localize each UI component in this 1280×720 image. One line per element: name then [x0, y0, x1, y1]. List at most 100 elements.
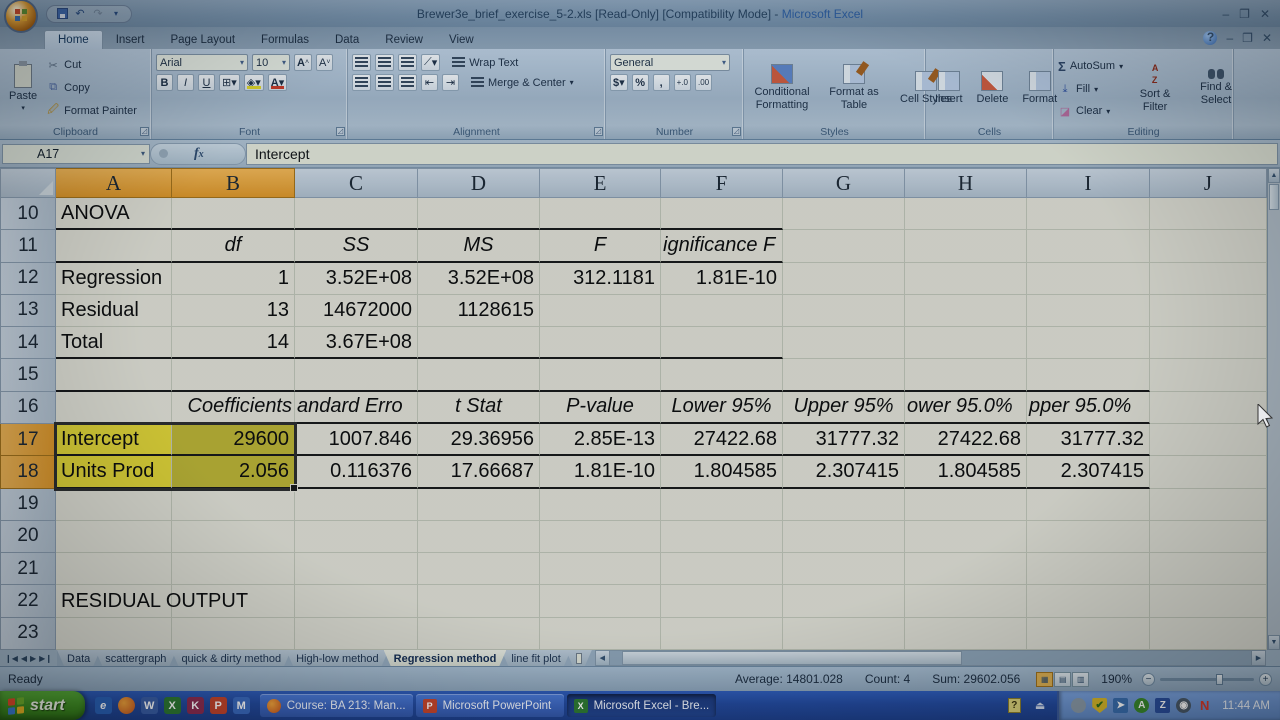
- cell-I23[interactable]: [1027, 618, 1150, 650]
- row-header-13[interactable]: 13: [0, 295, 56, 327]
- cell-D15[interactable]: [418, 359, 540, 391]
- cell-H12[interactable]: [905, 263, 1027, 295]
- format-painter-button[interactable]: 🖉Format Painter: [46, 104, 137, 117]
- cell-C11[interactable]: SS: [295, 230, 418, 262]
- accounting-format-button[interactable]: $▾: [610, 74, 628, 91]
- cell-G17[interactable]: 31777.32: [783, 424, 905, 456]
- media-quicklaunch-icon[interactable]: M: [233, 697, 250, 714]
- cell-A19[interactable]: [56, 489, 172, 521]
- task-button-excel[interactable]: XMicrosoft Excel - Bre...: [567, 694, 717, 717]
- cell-J22[interactable]: [1150, 585, 1267, 617]
- cell-B21[interactable]: [172, 553, 295, 585]
- cell-H13[interactable]: [905, 295, 1027, 327]
- horizontal-scrollbar[interactable]: ◀ ▶: [595, 650, 1280, 666]
- cell-D21[interactable]: [418, 553, 540, 585]
- fx-icon[interactable]: fx: [194, 146, 204, 162]
- cell-I16[interactable]: pper 95.0%: [1027, 392, 1150, 424]
- grow-font-button[interactable]: A˄: [294, 54, 312, 71]
- start-button[interactable]: start: [0, 691, 85, 720]
- alignment-dialog-launcher[interactable]: ◿: [594, 127, 603, 136]
- paste-button[interactable]: Paste▾: [4, 54, 42, 122]
- cell-I11[interactable]: [1027, 230, 1150, 262]
- row-header-15[interactable]: 15: [0, 359, 56, 391]
- cell-F19[interactable]: [661, 489, 783, 521]
- col-header-B[interactable]: B: [172, 168, 295, 198]
- cell-E21[interactable]: [540, 553, 661, 585]
- task-button-firefox[interactable]: Course: BA 213: Man...: [260, 694, 413, 717]
- percent-style-button[interactable]: %: [632, 74, 649, 91]
- scroll-right-arrow[interactable]: ▶: [1251, 650, 1266, 666]
- cell-F14[interactable]: [661, 327, 783, 359]
- col-header-A[interactable]: A: [56, 168, 172, 198]
- first-sheet-button[interactable]: ❙◀: [5, 654, 18, 663]
- cell-I19[interactable]: [1027, 489, 1150, 521]
- col-header-F[interactable]: F: [661, 168, 783, 198]
- zone-icon[interactable]: Z: [1155, 698, 1170, 713]
- orientation-button[interactable]: ⟋▾: [421, 54, 440, 71]
- cell-D23[interactable]: [418, 618, 540, 650]
- row-header-10[interactable]: 10: [0, 198, 56, 230]
- last-sheet-button[interactable]: ▶❙: [39, 654, 52, 663]
- align-left-button[interactable]: [352, 74, 371, 91]
- fill-button[interactable]: ⤓Fill▾: [1058, 83, 1123, 96]
- cell-J18[interactable]: [1150, 456, 1267, 488]
- cell-F11[interactable]: ignificance F: [661, 230, 783, 262]
- cell-D11[interactable]: MS: [418, 230, 540, 262]
- wrap-text-button[interactable]: Wrap Text: [452, 57, 518, 69]
- cell-B12[interactable]: 1: [172, 263, 295, 295]
- cell-C10[interactable]: [295, 198, 418, 230]
- cell-G21[interactable]: [783, 553, 905, 585]
- cell-J11[interactable]: [1150, 230, 1267, 262]
- cell-D16[interactable]: t Stat: [418, 392, 540, 424]
- cell-B13[interactable]: 13: [172, 295, 295, 327]
- cell-I15[interactable]: [1027, 359, 1150, 391]
- formula-input[interactable]: Intercept: [246, 143, 1278, 165]
- prev-sheet-button[interactable]: ◀: [21, 654, 27, 663]
- cell-H17[interactable]: 27422.68: [905, 424, 1027, 456]
- borders-button[interactable]: ⊞▾: [219, 74, 240, 91]
- cell-C20[interactable]: [295, 521, 418, 553]
- zoom-out-button[interactable]: −: [1142, 673, 1155, 686]
- firefox-quicklaunch-icon[interactable]: [118, 697, 135, 714]
- cell-D18[interactable]: 17.66687: [418, 456, 540, 488]
- cell-C15[interactable]: [295, 359, 418, 391]
- cell-D20[interactable]: [418, 521, 540, 553]
- resize-grip[interactable]: [1266, 650, 1280, 666]
- cell-F17[interactable]: 27422.68: [661, 424, 783, 456]
- scroll-left-arrow[interactable]: ◀: [595, 650, 610, 666]
- vertical-scroll-thumb[interactable]: [1269, 184, 1279, 210]
- cell-J12[interactable]: [1150, 263, 1267, 295]
- col-header-E[interactable]: E: [540, 168, 661, 198]
- font-dialog-launcher[interactable]: ◿: [336, 127, 345, 136]
- cell-J17[interactable]: [1150, 424, 1267, 456]
- bold-button[interactable]: B: [156, 74, 173, 91]
- help-button[interactable]: ?: [1203, 31, 1217, 45]
- zoom-level[interactable]: 190%: [1101, 672, 1132, 686]
- ribbon-tab-formulas[interactable]: Formulas: [248, 31, 322, 49]
- row-header-11[interactable]: 11: [0, 230, 56, 262]
- col-header-C[interactable]: C: [295, 168, 418, 198]
- volume-icon[interactable]: ◉: [1176, 698, 1191, 713]
- word-quicklaunch-icon[interactable]: W: [141, 697, 158, 714]
- key-quicklaunch-icon[interactable]: K: [187, 697, 204, 714]
- cell-E14[interactable]: [540, 327, 661, 359]
- insert-worksheet-tab[interactable]: [566, 650, 592, 666]
- cell-G15[interactable]: [783, 359, 905, 391]
- cell-J21[interactable]: [1150, 553, 1267, 585]
- cell-C22[interactable]: [295, 585, 418, 617]
- cell-E12[interactable]: 312.1181: [540, 263, 661, 295]
- minimize-button[interactable]: –: [1222, 8, 1229, 20]
- number-dialog-launcher[interactable]: ◿: [732, 127, 741, 136]
- antivirus-icon[interactable]: A: [1134, 698, 1149, 713]
- cell-A11[interactable]: [56, 230, 172, 262]
- shrink-font-button[interactable]: A˅: [316, 54, 333, 71]
- align-bottom-button[interactable]: [398, 54, 417, 71]
- col-header-D[interactable]: D: [418, 168, 540, 198]
- cell-F13[interactable]: [661, 295, 783, 327]
- ie-quicklaunch-icon[interactable]: e: [95, 697, 112, 714]
- cell-E13[interactable]: [540, 295, 661, 327]
- cell-E18[interactable]: 1.81E-10: [540, 456, 661, 488]
- cell-H20[interactable]: [905, 521, 1027, 553]
- cell-G19[interactable]: [783, 489, 905, 521]
- cell-A16[interactable]: [56, 392, 172, 424]
